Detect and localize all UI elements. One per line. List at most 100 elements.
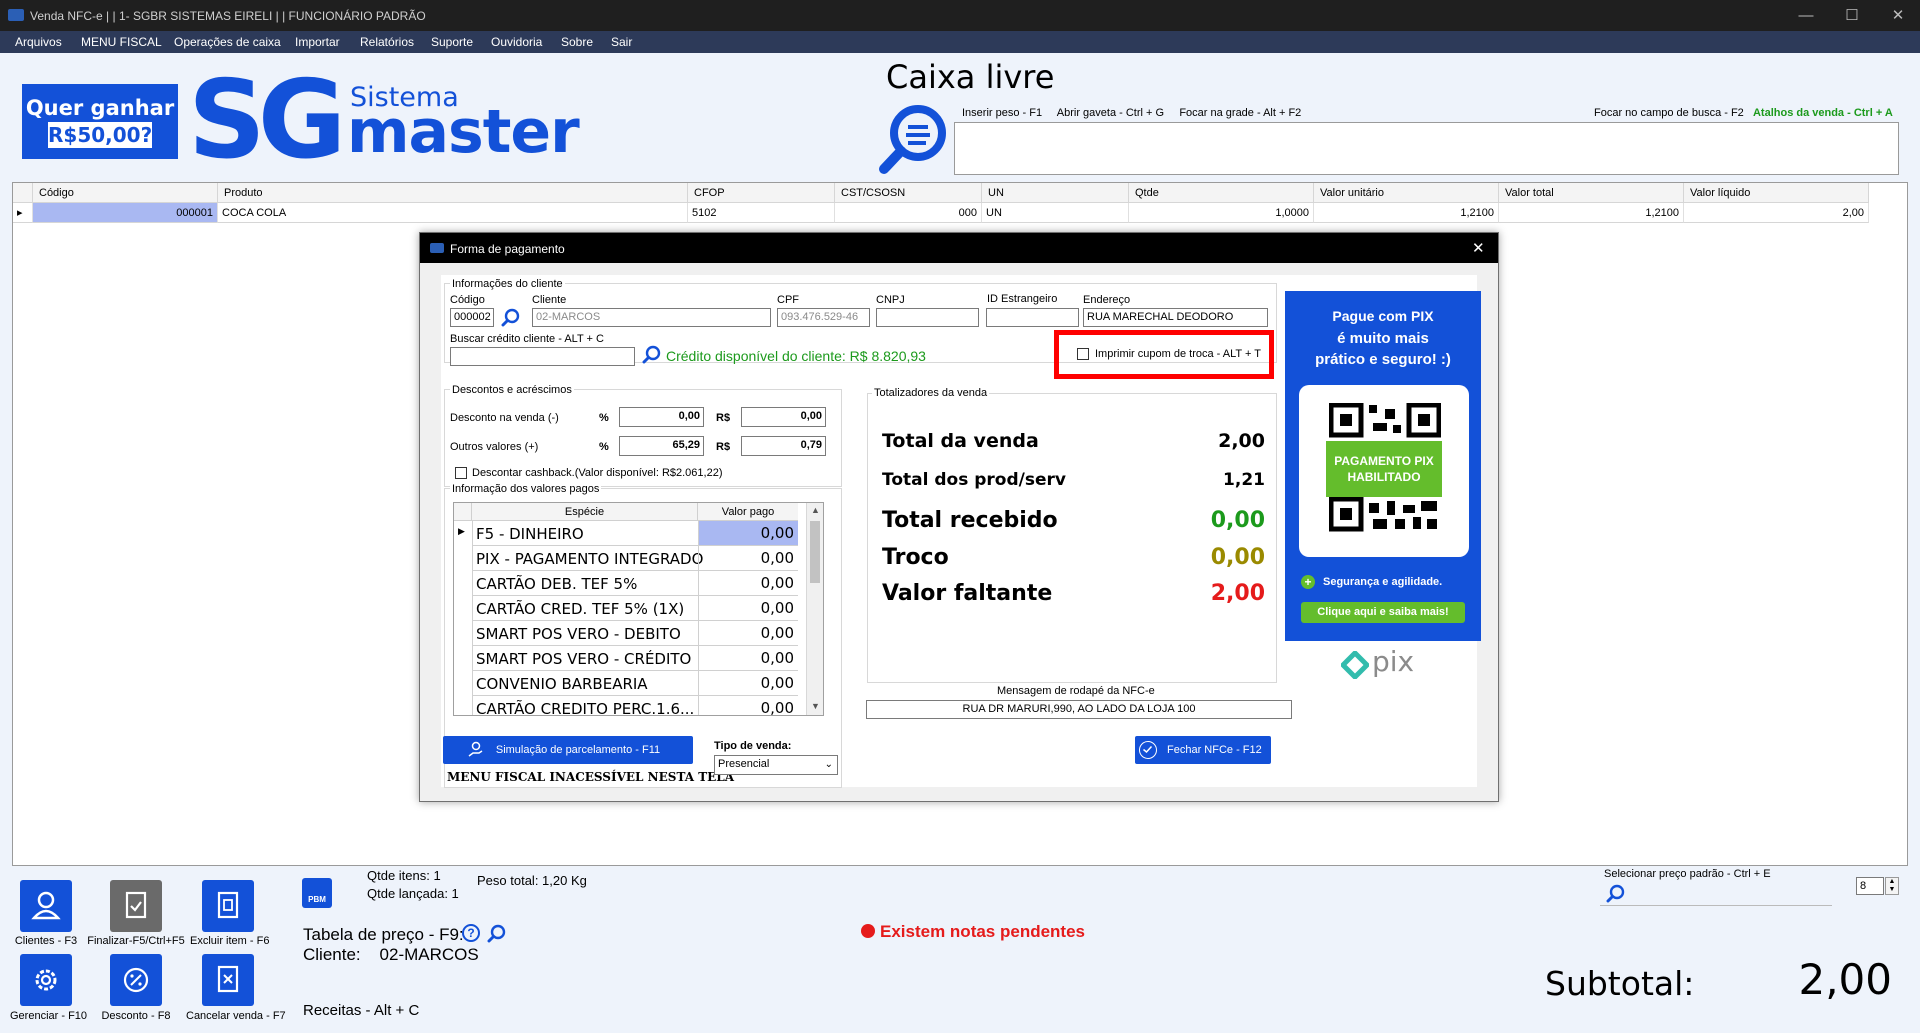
scroll-up-icon[interactable]: ▲: [811, 505, 820, 515]
col-codigo[interactable]: Código: [33, 183, 218, 203]
menu-suporte[interactable]: Suporte: [431, 35, 473, 49]
search-credit-icon[interactable]: [642, 345, 662, 368]
cell-produto[interactable]: COCA COLA: [218, 203, 688, 223]
preco-padrao-box[interactable]: [1600, 876, 1832, 906]
codigo-field[interactable]: 000002: [450, 308, 494, 327]
peso-total: Peso total: 1,20 Kg: [477, 873, 587, 888]
search-preco-icon[interactable]: [1606, 884, 1626, 907]
cell-qtde[interactable]: 1,0000: [1129, 203, 1314, 223]
pendentes-text[interactable]: Existem notas pendentes: [880, 922, 1085, 942]
simulacao-button[interactable]: Simulação de parcelamento - F11: [443, 736, 693, 764]
pagos-valor[interactable]: 0,00: [698, 696, 798, 715]
col-cst[interactable]: CST/CSOSN: [835, 183, 982, 203]
search-icon[interactable]: [876, 103, 950, 180]
pagos-valor[interactable]: 0,00: [698, 671, 798, 696]
menu-sobre[interactable]: Sobre: [561, 35, 593, 49]
pagos-col-especie[interactable]: Espécie: [472, 503, 698, 521]
pix-panel[interactable]: Pague com PIX é muito mais prático e seg…: [1285, 291, 1481, 641]
alert-dot-icon: [861, 924, 875, 938]
pagos-row[interactable]: SMART POS VERO - CRÉDITO 0,00: [454, 646, 823, 671]
rodape-field[interactable]: RUA DR MARURI,990, AO LADO DA LOJA 100: [866, 700, 1292, 719]
cnpj-field[interactable]: [876, 308, 979, 327]
pagos-row[interactable]: CARTÃO CREDITO PERC.1.6... 0,00: [454, 696, 823, 715]
promo-banner[interactable]: Quer ganhar R$50,00?: [22, 84, 178, 159]
cashback-checkbox[interactable]: [455, 467, 467, 479]
desconto-rs-field[interactable]: 0,00: [741, 407, 826, 427]
col-un[interactable]: UN: [982, 183, 1129, 203]
menu-fiscal[interactable]: MENU FISCAL: [81, 35, 162, 49]
pagos-row[interactable]: CARTÃO CRED. TEF 5% (1X) 0,00: [454, 596, 823, 621]
imprimir-cupom-checkbox[interactable]: [1077, 348, 1089, 360]
cliente-field[interactable]: 02-MARCOS: [532, 308, 771, 327]
col-valor-unitario[interactable]: Valor unitário: [1314, 183, 1499, 203]
minimize-button[interactable]: —: [1786, 5, 1826, 27]
spin-field[interactable]: 8: [1856, 877, 1884, 895]
cpf-field[interactable]: 093.476.529-46: [777, 308, 870, 327]
desconto-button[interactable]: [110, 954, 162, 1006]
pagos-row[interactable]: CONVENIO BARBEARIA 0,00: [454, 671, 823, 696]
fechar-nfce-button[interactable]: Fechar NFCe - F12: [1135, 736, 1271, 764]
scroll-down-icon[interactable]: ▼: [811, 701, 820, 711]
menu-importar[interactable]: Importar: [295, 35, 340, 49]
col-qtde[interactable]: Qtde: [1129, 183, 1314, 203]
buscar-credito-field[interactable]: [450, 347, 635, 366]
tipo-venda-select[interactable]: Presencial ⌄: [714, 755, 838, 775]
menu-arquivos[interactable]: Arquivos: [15, 35, 62, 49]
cashback-label[interactable]: Descontar cashback.(Valor disponível: R$…: [472, 467, 723, 479]
pagos-group-title: Informação dos valores pagos: [450, 483, 602, 495]
endereco-field[interactable]: RUA MARECHAL DEODORO: [1083, 308, 1268, 327]
finalizar-button[interactable]: [110, 880, 162, 932]
menu-operacoes-caixa[interactable]: Operações de caixa: [174, 35, 281, 49]
help-icon[interactable]: ?: [462, 924, 480, 942]
search-client-icon[interactable]: [501, 308, 521, 331]
col-valor-total[interactable]: Valor total: [1499, 183, 1684, 203]
percent-icon: [123, 967, 149, 993]
cancelar-venda-button[interactable]: [202, 954, 254, 1006]
pagos-row[interactable]: ▶ F5 - DINHEIRO 0,00: [454, 521, 823, 546]
menu-sair[interactable]: Sair: [611, 35, 632, 49]
close-button[interactable]: ✕: [1878, 5, 1918, 27]
pagos-valor[interactable]: 0,00: [698, 621, 798, 646]
pagos-valor[interactable]: 0,00: [698, 646, 798, 671]
search-price-table-icon[interactable]: [487, 924, 507, 947]
row-indicator[interactable]: ▸: [13, 203, 33, 223]
spin-arrows-icon[interactable]: ▲ ▼: [1885, 877, 1899, 895]
pagos-valor[interactable]: 0,00: [698, 596, 798, 621]
imprimir-cupom-label[interactable]: Imprimir cupom de troca - ALT + T: [1095, 348, 1261, 360]
outros-rs-field[interactable]: 0,79: [741, 436, 826, 456]
cell-valor-liquido[interactable]: 2,00: [1684, 203, 1869, 223]
pbm-button[interactable]: PBM: [302, 878, 332, 908]
menu-ouvidoria[interactable]: Ouvidoria: [491, 35, 542, 49]
cell-valor-total[interactable]: 1,2100: [1499, 203, 1684, 223]
pagos-row[interactable]: PIX - PAGAMENTO INTEGRADO 0,00: [454, 546, 823, 571]
cell-codigo[interactable]: 000001: [33, 203, 218, 223]
pagos-scrollbar[interactable]: ▲ ▼: [806, 503, 823, 715]
col-cfop[interactable]: CFOP: [688, 183, 835, 203]
pagos-valor[interactable]: 0,00: [698, 546, 798, 571]
cell-cfop[interactable]: 5102: [688, 203, 835, 223]
col-valor-liquido[interactable]: Valor líquido: [1684, 183, 1869, 203]
desconto-pct-field[interactable]: 0,00: [619, 407, 704, 427]
pagos-row[interactable]: CARTÃO DEB. TEF 5% 0,00: [454, 571, 823, 596]
maximize-button[interactable]: ☐: [1832, 5, 1872, 27]
pix-cta-button[interactable]: Clique aqui e saiba mais!: [1301, 602, 1465, 623]
pagos-row[interactable]: SMART POS VERO - DEBITO 0,00: [454, 621, 823, 646]
col-produto[interactable]: Produto: [218, 183, 688, 203]
menu-relatorios[interactable]: Relatórios: [360, 35, 414, 49]
outros-pct-field[interactable]: 65,29: [619, 436, 704, 456]
cell-un[interactable]: UN: [982, 203, 1129, 223]
scroll-thumb[interactable]: [810, 521, 820, 583]
sale-shortcuts-link[interactable]: Atalhos da venda - Ctrl + A: [1753, 107, 1893, 119]
dialog-close-icon[interactable]: ✕: [1472, 239, 1485, 257]
pagos-col-valor[interactable]: Valor pago: [698, 503, 798, 521]
excluir-item-button[interactable]: [202, 880, 254, 932]
gerenciar-button[interactable]: [20, 954, 72, 1006]
pagos-valor[interactable]: 0,00: [698, 571, 798, 596]
receitas-link[interactable]: Receitas - Alt + C: [303, 1002, 419, 1019]
barcode-input[interactable]: [954, 122, 1899, 175]
id-estrangeiro-field[interactable]: [986, 308, 1079, 327]
clientes-button[interactable]: [20, 880, 72, 932]
pagos-valor[interactable]: 0,00: [698, 521, 798, 546]
cell-cst[interactable]: 000: [835, 203, 982, 223]
cell-valor-unitario[interactable]: 1,2100: [1314, 203, 1499, 223]
